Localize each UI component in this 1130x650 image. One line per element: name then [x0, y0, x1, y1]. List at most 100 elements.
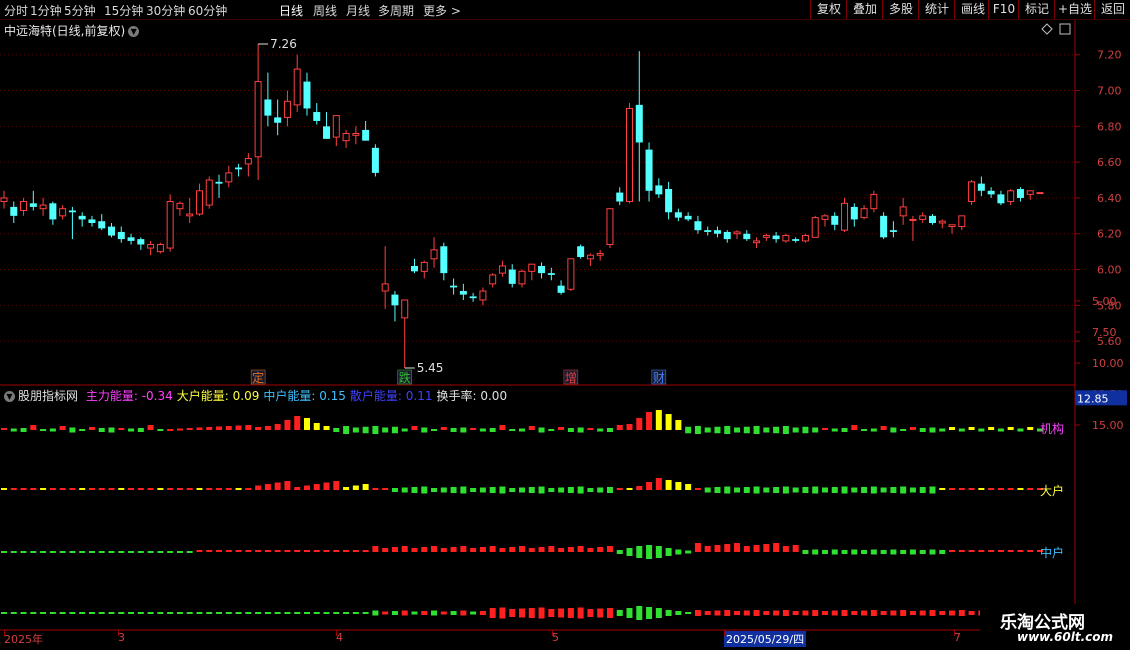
candle-body-up	[1026, 190, 1034, 195]
indicator-bars	[1, 410, 1043, 620]
indicator-bar	[968, 427, 975, 430]
indicator-bar	[821, 487, 828, 493]
indicator-bar	[880, 611, 887, 615]
date-tick	[724, 630, 725, 636]
indicator-bar	[206, 427, 213, 430]
indicator-bar	[655, 608, 662, 618]
candle-body-down	[831, 215, 839, 225]
candle-body-up	[225, 172, 233, 183]
indicator-bar	[196, 488, 203, 490]
indicator-bar	[294, 416, 301, 430]
indicator-bar	[646, 482, 653, 490]
indicator-bar	[313, 612, 320, 614]
indicator-bar	[333, 481, 340, 490]
indicator-bar	[890, 427, 897, 433]
indicator-bar	[49, 488, 56, 490]
price-gridlines	[0, 54, 1075, 342]
indicator-menu-icon[interactable]: ▼	[4, 391, 15, 402]
indicator-bar	[616, 550, 623, 554]
indicator-bar	[1017, 488, 1024, 490]
indicator-bar	[284, 550, 291, 552]
indicator-bar	[655, 410, 662, 430]
candle-body-down	[997, 194, 1005, 204]
event-marker-label: 跌	[399, 370, 411, 385]
indicator-bar	[1007, 550, 1014, 552]
indicator-bar	[1027, 550, 1034, 552]
candle-body-down	[274, 117, 282, 123]
indicator-bar	[675, 611, 682, 615]
low-label: 5.45	[417, 361, 444, 375]
event-marker-label: 定	[252, 370, 264, 385]
indicator-bar	[548, 609, 555, 617]
indicator-value: 中户能量: 0.15	[263, 389, 346, 403]
indicator-bar	[763, 487, 770, 493]
diamond-icon[interactable]	[1041, 23, 1053, 35]
indicator-bar	[939, 611, 946, 615]
candle-body-up	[958, 215, 966, 228]
indicator-bar	[313, 550, 320, 552]
indicator-bar	[255, 550, 262, 552]
candle-body-down	[49, 203, 57, 220]
indicator-bar	[831, 428, 838, 432]
candle-body-down	[723, 231, 731, 240]
candle-body-down	[635, 104, 643, 143]
indicator-bar	[176, 612, 183, 614]
indicator-bar	[509, 609, 516, 617]
candle-body-up	[567, 258, 575, 290]
indicator-bar	[401, 428, 408, 432]
indicator-bar	[538, 427, 545, 433]
chart-canvas[interactable]: 7.207.006.806.606.406.206.005.805.60 15.…	[0, 0, 1130, 650]
indicator-bar	[362, 612, 369, 614]
indicator-bar	[98, 612, 105, 614]
indicator-bar	[949, 427, 956, 430]
indicator-bar	[900, 429, 907, 431]
indicator-bar	[196, 612, 203, 614]
indicator-bar	[294, 550, 301, 552]
indicator-bar	[206, 550, 213, 552]
indicator-bar	[421, 611, 428, 615]
indicator-bar	[10, 428, 17, 432]
indicator-bar	[939, 550, 946, 554]
square-icon[interactable]	[1059, 23, 1071, 35]
indicator-bar	[538, 547, 545, 552]
indicator-bar	[225, 426, 232, 430]
indicator-bar	[255, 427, 262, 430]
indicator-bar	[851, 611, 858, 615]
indicator-bar	[528, 487, 535, 493]
candle-body-down	[108, 226, 116, 236]
indicator-bar	[753, 545, 760, 552]
indicator-bar	[919, 487, 926, 493]
indicator-tick-label: 5.00	[1092, 295, 1117, 308]
indicator-bar	[59, 488, 66, 490]
candle-body-down	[577, 246, 585, 258]
indicator-bar	[489, 608, 496, 618]
indicator-bar	[724, 426, 731, 434]
indicator-bar	[509, 429, 516, 431]
indicator-bar	[587, 609, 594, 617]
indicator-bar	[157, 429, 164, 431]
indicator-bar	[597, 487, 604, 493]
indicator-bar	[841, 486, 848, 494]
indicator-bar	[870, 486, 877, 494]
indicator-bar	[382, 611, 389, 615]
indicator-bar	[49, 612, 56, 614]
indicator-bar	[626, 488, 633, 490]
indicator-bar	[362, 426, 369, 434]
indicator-bar	[812, 610, 819, 616]
candle-body-down	[323, 126, 331, 139]
indicator-bar	[978, 488, 985, 490]
date-tick	[954, 630, 955, 636]
indicator-bar	[499, 425, 506, 430]
indicator-bar	[802, 550, 809, 554]
indicator-bar	[20, 551, 27, 553]
indicator-bar	[519, 608, 525, 618]
indicator-bar	[646, 412, 653, 430]
indicator-bar	[558, 548, 565, 552]
candle-body-up	[166, 201, 174, 249]
indicator-bar	[753, 426, 760, 434]
indicator-bar	[20, 612, 27, 614]
indicator-name[interactable]: 股朋指标网	[18, 389, 78, 403]
indicator-value: 主力能量: -0.34	[85, 389, 173, 403]
indicator-header: ▼ 股朋指标网 主力能量: -0.34 大户能量: 0.09 中户能量: 0.15 散户…	[4, 387, 515, 404]
indicator-bar	[137, 612, 144, 614]
